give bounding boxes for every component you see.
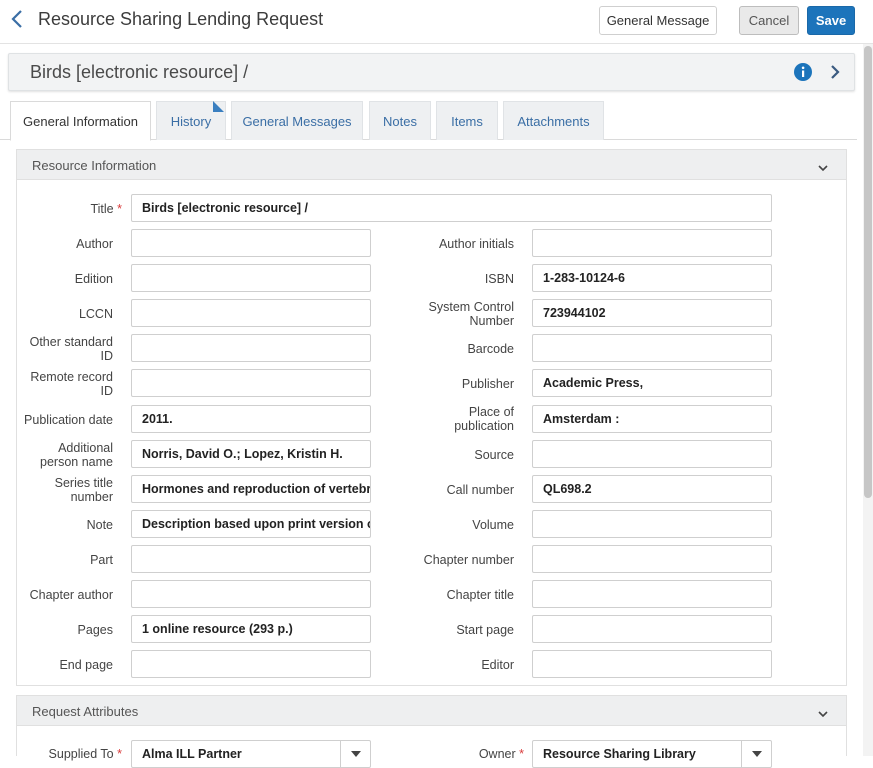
isbn-label: ISBN <box>484 272 514 286</box>
author-initials-field[interactable] <box>532 229 772 257</box>
chapter-title-field[interactable] <box>532 580 772 608</box>
owner-select[interactable]: Resource Sharing Library <box>532 740 772 768</box>
pages-label: Pages <box>77 623 113 637</box>
publisher-field[interactable]: Academic Press, <box>532 369 772 397</box>
note-field[interactable]: Description based upon print version of … <box>131 510 371 538</box>
barcode-field[interactable] <box>532 334 772 362</box>
chevron-right-icon[interactable] <box>829 64 841 80</box>
chapter-author-label: Chapter author <box>29 588 113 602</box>
lccn-field[interactable] <box>131 299 371 327</box>
volume-field[interactable] <box>532 510 772 538</box>
author-field[interactable] <box>131 229 371 257</box>
system-control-number-label: System Control Number <box>428 300 514 328</box>
end-page-label: End page <box>59 658 113 672</box>
section-title: Request Attributes <box>32 704 139 719</box>
save-button[interactable]: Save <box>807 6 855 35</box>
general-message-button[interactable]: General Message <box>599 6 717 35</box>
series-title-number-label: Series title number <box>54 476 113 504</box>
edition-label: Edition <box>74 272 113 286</box>
start-page-field[interactable] <box>532 615 772 643</box>
dropdown-caret-icon[interactable] <box>741 741 771 767</box>
source-field[interactable] <box>532 440 772 468</box>
isbn-field[interactable]: 1-283-10124-6 <box>532 264 772 292</box>
start-page-label: Start page <box>456 623 514 637</box>
part-field[interactable] <box>131 545 371 573</box>
tab-items[interactable]: Items <box>436 101 498 140</box>
editor-field[interactable] <box>532 650 772 678</box>
publisher-label: Publisher <box>461 377 514 391</box>
author-initials-label: Author initials <box>438 237 514 251</box>
chevron-down-icon[interactable] <box>818 706 828 718</box>
publication-date-label: Publication date <box>24 413 113 427</box>
supplied-to-select[interactable]: Alma ILL Partner <box>131 740 371 768</box>
chevron-down-icon[interactable] <box>818 160 828 172</box>
place-of-publication-label: Place of publication <box>454 405 514 433</box>
record-summary-bar: Birds [electronic resource] / <box>8 53 855 91</box>
publication-date-field[interactable]: 2011. <box>131 405 371 433</box>
chapter-number-field[interactable] <box>532 545 772 573</box>
remote-record-id-field[interactable] <box>131 369 371 397</box>
chapter-author-field[interactable] <box>131 580 371 608</box>
section-title: Resource Information <box>32 158 157 173</box>
note-label: Note <box>86 518 113 532</box>
tab-general-information[interactable]: General Information <box>10 101 151 141</box>
tab-general-messages[interactable]: General Messages <box>231 101 363 140</box>
remote-record-id-label: Remote record ID <box>30 370 113 398</box>
tab-notes[interactable]: Notes <box>369 101 431 140</box>
edition-field[interactable] <box>131 264 371 292</box>
editor-label: Editor <box>481 658 514 672</box>
chapter-title-label: Chapter title <box>446 588 514 602</box>
lccn-label: LCCN <box>78 307 113 321</box>
owner-value: Resource Sharing Library <box>543 747 696 761</box>
info-icon[interactable] <box>794 63 812 81</box>
owner-label: Owner * <box>478 747 524 761</box>
top-bar: Resource Sharing Lending Request General… <box>0 0 873 44</box>
call-number-label: Call number <box>446 483 514 497</box>
scrollbar-thumb[interactable] <box>864 46 872 498</box>
additional-person-name-label: Additional person name <box>40 441 113 469</box>
supplied-to-label: Supplied To * <box>48 747 122 761</box>
tab-attachments[interactable]: Attachments <box>503 101 604 140</box>
title-label: Title * <box>90 202 122 216</box>
cancel-button[interactable]: Cancel <box>739 6 799 35</box>
source-label: Source <box>474 448 514 462</box>
end-page-field[interactable] <box>131 650 371 678</box>
place-of-publication-field[interactable]: Amsterdam : <box>532 405 772 433</box>
barcode-label: Barcode <box>467 342 514 356</box>
dropdown-caret-icon[interactable] <box>340 741 370 767</box>
page-title: Resource Sharing Lending Request <box>38 9 324 29</box>
record-title: Birds [electronic resource] / <box>30 62 249 82</box>
pages-field[interactable]: 1 online resource (293 p.) <box>131 615 371 643</box>
volume-label: Volume <box>472 518 514 532</box>
other-standard-id-field[interactable] <box>131 334 371 362</box>
system-control-number-field[interactable]: 723944102 <box>532 299 772 327</box>
call-number-field[interactable]: QL698.2 <box>532 475 772 503</box>
supplied-to-value: Alma ILL Partner <box>142 747 242 761</box>
history-new-indicator <box>213 101 224 112</box>
tab-bar: General Information History General Mess… <box>0 101 857 141</box>
chapter-number-label: Chapter number <box>423 553 514 567</box>
author-label: Author <box>76 237 113 251</box>
other-standard-id-label: Other standard ID <box>29 335 113 363</box>
additional-person-name-field[interactable]: Norris, David O.; Lopez, Kristin H. <box>131 440 371 468</box>
back-chevron-icon[interactable] <box>10 8 26 30</box>
title-field[interactable]: Birds [electronic resource] / <box>131 194 772 222</box>
section-header[interactable]: Resource Information <box>17 150 846 180</box>
section-header[interactable]: Request Attributes <box>17 696 846 726</box>
series-title-number-field[interactable]: Hormones and reproduction of vertebrates… <box>131 475 371 503</box>
part-label: Part <box>90 553 113 567</box>
